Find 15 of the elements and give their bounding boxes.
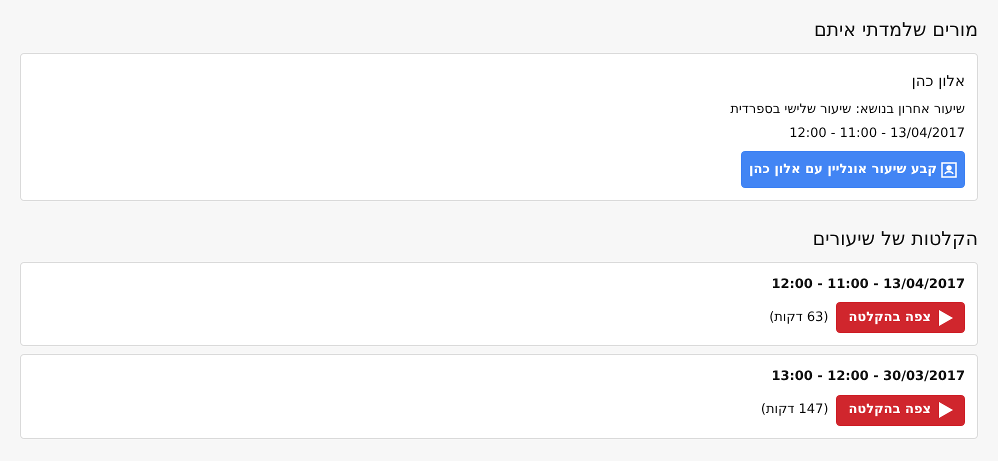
last-lesson-text: שיעור אחרון בנושא: שיעור שלישי בספרדית xyxy=(730,101,965,119)
section-title: הקלטות של שיעורים xyxy=(812,227,978,252)
lesson-time: 13/04/2017 - 11:00 - 12:00 xyxy=(789,124,965,142)
presentation-icon xyxy=(941,162,957,178)
duration-text: (63 דקות) xyxy=(769,308,828,327)
play-icon xyxy=(939,402,953,418)
teacher-name: אלון כהן xyxy=(912,70,965,92)
recording-time: 30/03/2017 - 12:00 - 13:00 xyxy=(771,368,965,386)
watch-recording-button[interactable]: צפה בהקלטה xyxy=(836,302,965,333)
section-title: מורים שלמדתי איתם xyxy=(814,18,978,43)
watch-recording-button[interactable]: צפה בהקלטה xyxy=(836,394,965,426)
recording-time: 13/04/2017 - 11:00 - 12:00 xyxy=(771,276,965,294)
play-icon xyxy=(939,310,953,326)
duration-text: (147 דקות) xyxy=(760,401,828,420)
schedule-lesson-button[interactable]: קבע שיעור אונליין עם אלון כהן xyxy=(741,151,965,188)
